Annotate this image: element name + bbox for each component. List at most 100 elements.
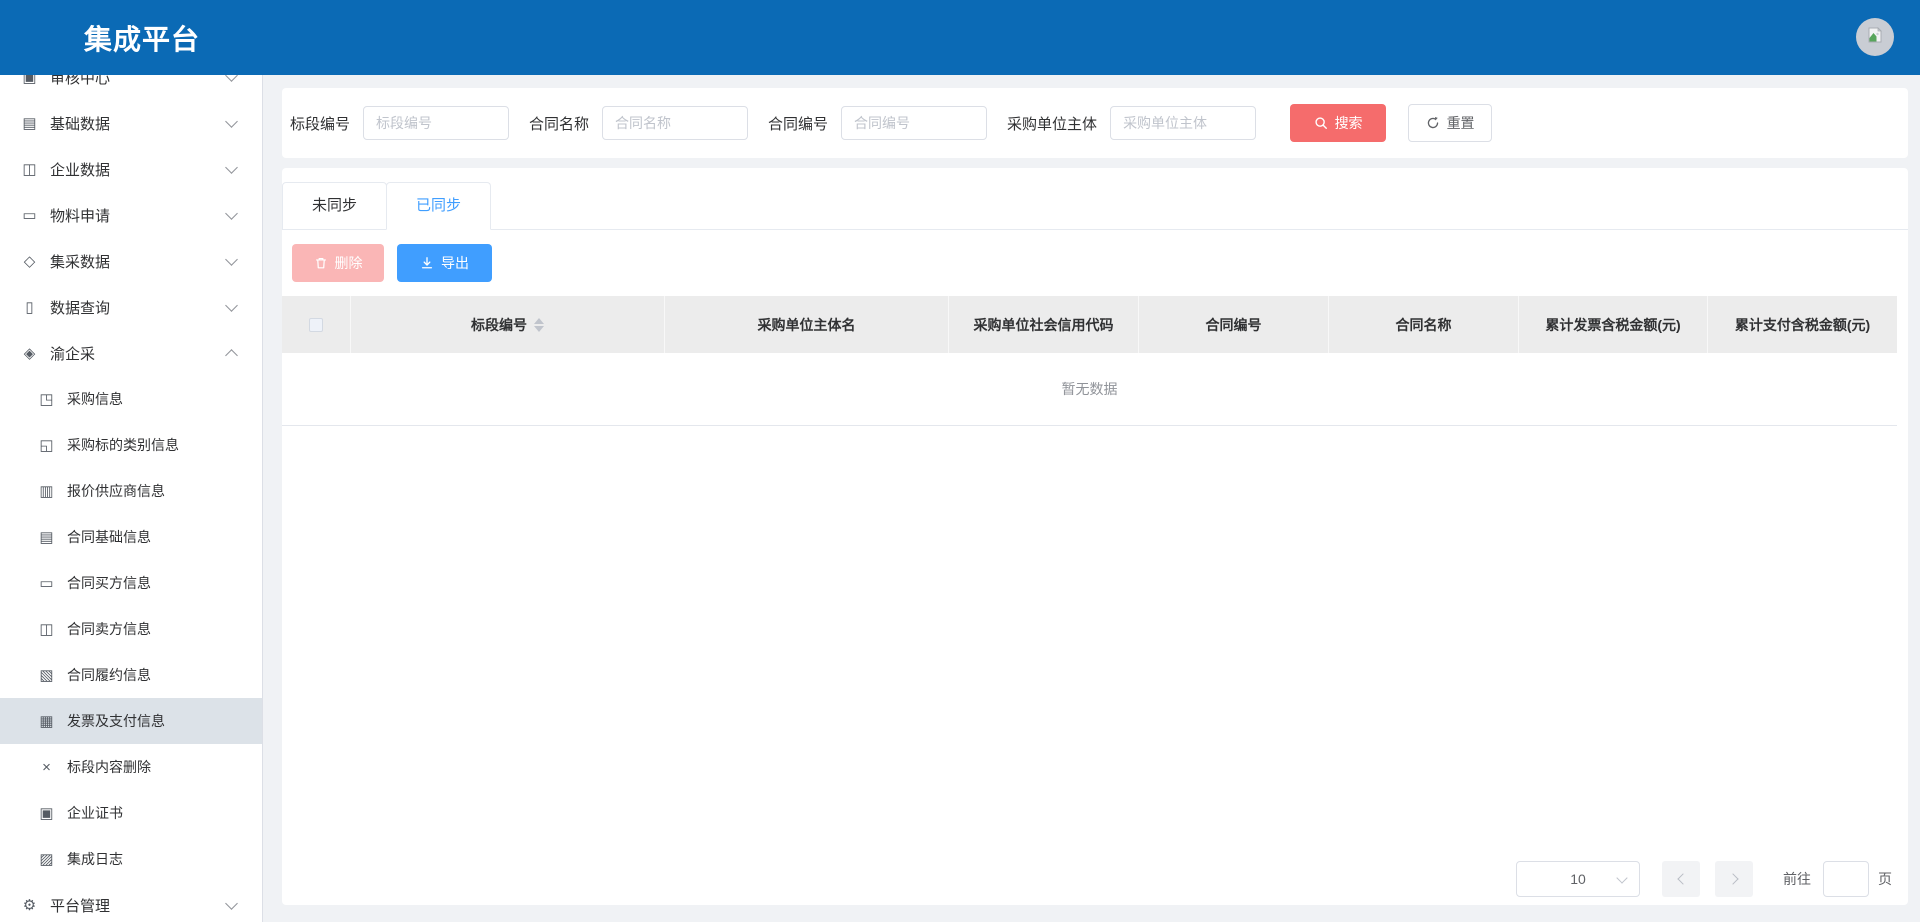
sidebar-item-13[interactable]: ▧ 合同履约信息 [0, 652, 262, 698]
tab-1[interactable]: 已同步 [386, 182, 491, 230]
sidebar-item-label: 发票及支付信息 [67, 711, 165, 731]
filter-fields-slot: 标段编号合同名称合同编号采购单位主体 [290, 106, 1276, 140]
delete-button-label: 删除 [335, 253, 363, 273]
search-button[interactable]: 搜索 [1290, 104, 1386, 142]
filter-bar: 标段编号合同名称合同编号采购单位主体 搜索 重置 [282, 88, 1908, 158]
sidebar-item-6[interactable]: ◈渝企采 [0, 330, 262, 376]
sidebar-item-15[interactable]: × 标段内容删除 [0, 744, 262, 790]
filter-group-1: 合同名称 [529, 106, 748, 140]
page-size-value: 10 [1570, 871, 1586, 887]
sidebar-item-9[interactable]: ▥报价供应商信息 [0, 468, 262, 514]
top-header: 集成平台 [0, 0, 1920, 75]
empty-text: 暂无数据 [1062, 379, 1118, 399]
sidebar-item-2[interactable]: ◫ 企业数据 [0, 146, 262, 192]
column-header-label: 采购单位主体名 [758, 315, 856, 335]
sidebar-item-label: 采购信息 [67, 389, 123, 409]
sidebar-item-11[interactable]: ▭合同买方信息 [0, 560, 262, 606]
invoice-payment-icon: ▦ [38, 712, 55, 730]
chevron-down-icon [225, 897, 238, 910]
sidebar-item-17[interactable]: ▨ 集成日志 [0, 836, 262, 882]
filter-group-3: 采购单位主体 [1007, 106, 1256, 140]
column-header-label: 采购单位社会信用代码 [974, 315, 1114, 335]
column-header-6: 累计支付含税金额(元) [1708, 296, 1897, 353]
sidebar-item-5[interactable]: ▯数据查询 [0, 284, 262, 330]
sidebar: ▣审核中心▤基础数据 ◫ 企业数据 ▭物料申请◇集采数据▯数据查询◈渝企采 ◳ 采购信息 ◱… [0, 75, 263, 922]
filter-label: 标段编号 [290, 113, 350, 134]
filter-input-2[interactable] [841, 106, 987, 140]
user-avatar[interactable] [1856, 18, 1894, 56]
chevron-right-icon [1727, 873, 1738, 884]
delete-button[interactable]: 删除 [292, 244, 384, 282]
column-header-0: 标段编号 [351, 296, 665, 353]
data-table: 标段编号采购单位主体名采购单位社会信用代码合同编号合同名称累计发票含税金额(元)… [282, 296, 1897, 426]
sidebar-item-label: 合同卖方信息 [67, 619, 151, 639]
contract-perform-icon: ▧ [38, 666, 55, 684]
log-icon: ▨ [38, 850, 55, 868]
sidebar-item-label: 标段内容删除 [67, 757, 151, 777]
enterprise-users-icon: ◫ [21, 160, 38, 178]
sidebar-item-12[interactable]: ◫ 合同卖方信息 [0, 606, 262, 652]
export-button-label: 导出 [441, 253, 469, 273]
sort-carets-icon[interactable] [534, 318, 544, 332]
chevron-left-icon [1677, 873, 1688, 884]
column-header-1: 采购单位主体名 [665, 296, 949, 353]
filter-label: 合同名称 [529, 113, 589, 134]
sidebar-item-14[interactable]: ▦ 发票及支付信息 [0, 698, 262, 744]
contract-seller-icon: ◫ [38, 620, 55, 638]
chevron-down-icon [225, 299, 238, 312]
column-header-label: 合同名称 [1396, 315, 1452, 335]
chevron-down-icon [225, 253, 238, 266]
sidebar-item-1[interactable]: ▤基础数据 [0, 100, 262, 146]
tab-0[interactable]: 未同步 [282, 182, 387, 230]
sidebar-item-label: 数据查询 [50, 297, 110, 318]
sidebar-item-label: 平台管理 [50, 895, 110, 916]
filter-input-1[interactable] [602, 106, 748, 140]
chevron-down-icon [225, 75, 238, 81]
next-page-button[interactable] [1715, 861, 1753, 897]
column-header-4: 合同名称 [1329, 296, 1519, 353]
sidebar-item-10[interactable]: ▤合同基础信息 [0, 514, 262, 560]
select-all-cell [282, 296, 351, 353]
download-icon [420, 256, 434, 270]
main-card: 未同步已同步 删除 导出 标段编号采购单位主体名采购单位社会信 [282, 168, 1908, 905]
goto-page-input[interactable] [1823, 861, 1869, 897]
reset-button[interactable]: 重置 [1408, 104, 1492, 142]
refresh-icon [1426, 116, 1440, 130]
category-icon: ◱ [38, 436, 55, 454]
filter-group-0: 标段编号 [290, 106, 509, 140]
sidebar-item-7[interactable]: ◳ 采购信息 [0, 376, 262, 422]
page-size-select[interactable]: 10 [1516, 861, 1640, 897]
filter-input-0[interactable] [363, 106, 509, 140]
sidebar-item-16[interactable]: ▣企业证书 [0, 790, 262, 836]
export-button[interactable]: 导出 [397, 244, 492, 282]
sidebar-item-8[interactable]: ◱采购标的类别信息 [0, 422, 262, 468]
sidebar-item-0[interactable]: ▣审核中心 [0, 75, 262, 100]
chevron-down-icon [1616, 872, 1627, 883]
filter-input-3[interactable] [1110, 106, 1256, 140]
column-header-label: 累计支付含税金额(元) [1735, 315, 1870, 335]
sidebar-item-18[interactable]: ⚙ 平台管理 [0, 882, 262, 922]
delete-x-icon: × [38, 759, 55, 776]
sidebar-item-label: 企业数据 [50, 159, 110, 180]
toolbar: 删除 导出 [292, 244, 1908, 282]
sidebar-item-3[interactable]: ▭物料申请 [0, 192, 262, 238]
contract-base-icon: ▤ [38, 528, 55, 546]
search-button-label: 搜索 [1335, 113, 1363, 133]
chevron-down-icon [225, 161, 238, 174]
column-header-3: 合同编号 [1139, 296, 1329, 353]
sidebar-item-label: 合同买方信息 [67, 573, 151, 593]
chevron-up-icon [225, 349, 238, 362]
layers-icon: ▤ [21, 114, 38, 132]
purchase-info-icon: ◳ [38, 390, 55, 408]
filter-label: 采购单位主体 [1007, 113, 1097, 134]
sidebar-item-4[interactable]: ◇集采数据 [0, 238, 262, 284]
sidebar-item-label: 渝企采 [50, 343, 95, 364]
sidebar-item-label: 企业证书 [67, 803, 123, 823]
prev-page-button[interactable] [1662, 861, 1700, 897]
broken-image-icon [1865, 25, 1885, 50]
table-empty-state: 暂无数据 [282, 353, 1897, 426]
gear-icon: ⚙ [21, 896, 38, 914]
sidebar-item-label: 合同履约信息 [67, 665, 151, 685]
sidebar-item-label: 集成日志 [67, 849, 123, 869]
select-all-checkbox[interactable] [309, 318, 323, 332]
